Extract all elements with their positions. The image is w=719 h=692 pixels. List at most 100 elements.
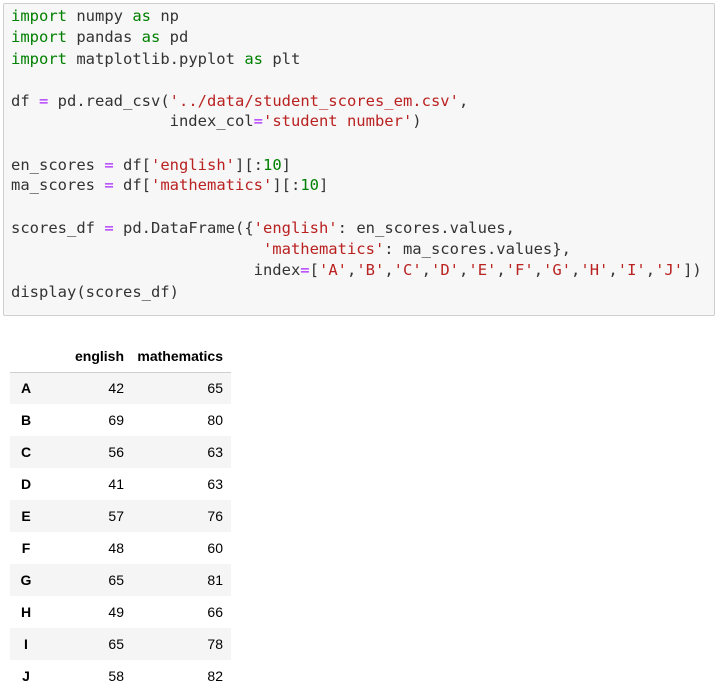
code-token-plain: , bbox=[533, 261, 544, 279]
code-token-plain: , bbox=[384, 261, 394, 279]
mathematics-score-cell: 80 bbox=[207, 412, 223, 428]
code-line: index=['A','B','C','D','E','F','G','H','… bbox=[11, 260, 702, 280]
dataframe-output-table: english mathematics A 42 65 B 69 80 C 56 63 D 41 63… bbox=[10, 340, 231, 692]
mathematics-score-cell: 63 bbox=[207, 444, 223, 460]
table-row: C 56 63 bbox=[10, 436, 231, 468]
mathematics-score-cell: 66 bbox=[207, 604, 223, 620]
code-token-plain: plt bbox=[262, 50, 301, 68]
code-token-str: 'E' bbox=[468, 261, 497, 279]
code-token-plain: matplotlib.pyplot bbox=[67, 50, 245, 68]
code-token-str: 'F' bbox=[505, 261, 534, 279]
table-row: E 57 76 bbox=[10, 500, 231, 532]
code-line: 'mathematics': ma_scores.values}, bbox=[11, 239, 571, 259]
english-score-cell: 56 bbox=[108, 444, 124, 460]
code-token-str: 'A' bbox=[318, 261, 347, 279]
mathematics-score-cell: 81 bbox=[207, 572, 223, 588]
code-token-plain: index bbox=[11, 261, 301, 279]
table-row: G 65 81 bbox=[10, 564, 231, 596]
code-token-str: 'mathematics' bbox=[151, 176, 273, 194]
code-token-plain: df[ bbox=[113, 156, 151, 174]
code-token-plain: , bbox=[459, 261, 469, 279]
code-token-plain: ][: bbox=[272, 176, 301, 194]
english-score-cell: 65 bbox=[108, 572, 124, 588]
code-line: en_scores = df['english'][:10] bbox=[11, 155, 291, 175]
code-token-plain: scores_df bbox=[11, 219, 105, 237]
table-row: B 69 80 bbox=[10, 404, 231, 436]
mathematics-score-cell: 76 bbox=[207, 508, 223, 524]
english-score-cell: 58 bbox=[108, 668, 124, 684]
table-row: J 58 82 bbox=[10, 660, 231, 692]
mathematics-score-cell: 82 bbox=[207, 668, 223, 684]
code-token-kw: as bbox=[132, 7, 151, 25]
code-line: display(scores_df) bbox=[11, 282, 179, 302]
row-index-label: G bbox=[20, 572, 32, 588]
code-token-str: 'D' bbox=[431, 261, 460, 279]
code-token-str: 'J' bbox=[655, 261, 684, 279]
code-token-plain: , bbox=[645, 261, 656, 279]
code-token-str: 'english' bbox=[253, 219, 338, 237]
code-token-str: 'I' bbox=[617, 261, 646, 279]
code-token-plain: ] bbox=[319, 176, 329, 194]
code-token-plain: display(scores_df) bbox=[11, 283, 179, 301]
english-score-cell: 57 bbox=[108, 508, 124, 524]
code-cell[interactable]: import numpy as np import pandas as pd imp… bbox=[3, 3, 715, 316]
code-token-str: 'C' bbox=[393, 261, 422, 279]
code-token-plain: numpy bbox=[67, 7, 133, 25]
row-index-label: J bbox=[22, 668, 30, 684]
code-token-op: = bbox=[39, 92, 49, 110]
code-token-plain: ) bbox=[412, 112, 422, 130]
table-row: D 41 63 bbox=[10, 468, 231, 500]
row-index-label: F bbox=[21, 540, 31, 556]
mathematics-score-cell: 60 bbox=[207, 540, 223, 556]
code-line: import numpy as np bbox=[11, 6, 179, 26]
code-token-plain: en_scores bbox=[11, 156, 105, 174]
code-token-plain: , bbox=[608, 261, 618, 279]
code-token-str: 'H' bbox=[580, 261, 609, 279]
code-token-op: = bbox=[300, 261, 310, 279]
code-token-kw: as bbox=[244, 50, 263, 68]
english-score-cell: 42 bbox=[108, 380, 124, 397]
code-token-op: = bbox=[104, 219, 114, 237]
code-token-plain: pd bbox=[160, 28, 189, 46]
row-index-label: B bbox=[20, 412, 32, 428]
code-token-str: 'G' bbox=[543, 261, 572, 279]
code-token-plain: df[ bbox=[113, 176, 151, 194]
code-token-plain: pd.read_csv( bbox=[48, 92, 170, 110]
english-score-cell: 69 bbox=[108, 412, 124, 428]
code-line: scores_df = pd.DataFrame({'english': en_… bbox=[11, 218, 515, 238]
english-score-cell: 65 bbox=[108, 636, 124, 652]
code-token-kw: as bbox=[141, 28, 161, 46]
code-token-plain: ma_scores bbox=[11, 176, 105, 194]
mathematics-score-cell: 63 bbox=[207, 476, 223, 492]
code-token-plain: ][: bbox=[235, 156, 263, 174]
code-token-str: 'english' bbox=[151, 156, 235, 174]
code-token-kw: import bbox=[11, 7, 67, 25]
code-line: index_col='student number') bbox=[11, 111, 422, 131]
code-token-plain: , bbox=[421, 261, 432, 279]
code-token-plain: : en_scores.values, bbox=[337, 219, 515, 237]
code-token-str: '../data/student_scores_em.csv' bbox=[169, 92, 459, 110]
code-token-op: = bbox=[104, 176, 114, 194]
code-token-num: 10 bbox=[300, 176, 319, 194]
english-score-cell: 48 bbox=[108, 540, 124, 556]
row-index-label: C bbox=[20, 444, 32, 460]
code-token-plain: np bbox=[151, 7, 179, 25]
code-line: import matplotlib.pyplot as plt bbox=[11, 49, 300, 69]
row-index-label: H bbox=[20, 604, 32, 620]
table-row: F 48 60 bbox=[10, 532, 231, 564]
table-row: I 65 78 bbox=[10, 628, 231, 660]
row-index-label: A bbox=[20, 380, 32, 397]
code-token-plain: : ma_scores.values}, bbox=[384, 240, 571, 258]
table-row: H 49 66 bbox=[10, 596, 231, 628]
english-score-cell: 49 bbox=[108, 604, 124, 620]
code-token-str: 'mathematics' bbox=[262, 240, 385, 258]
code-token-plain: , bbox=[571, 261, 581, 279]
code-token-plain: df bbox=[11, 92, 39, 110]
code-token-plain: , bbox=[346, 261, 357, 279]
row-index-label: E bbox=[21, 508, 31, 524]
english-score-cell: 41 bbox=[108, 476, 124, 492]
table-header-row: english mathematics bbox=[10, 340, 231, 373]
code-token-plain: , bbox=[496, 261, 506, 279]
code-token-kw: import bbox=[11, 50, 67, 68]
row-index-label: I bbox=[24, 636, 28, 652]
